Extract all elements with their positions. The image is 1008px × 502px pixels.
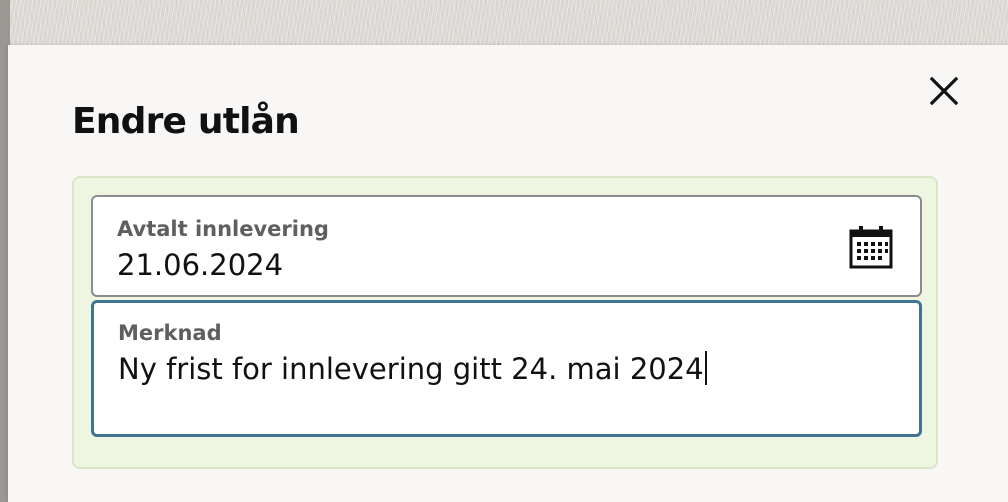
due-date-label: Avtalt innlevering xyxy=(117,217,329,241)
note-field[interactable]: Merknad Ny frist for innlevering gitt 24… xyxy=(91,300,922,437)
note-text: Ny frist for innlevering gitt 24. mai 20… xyxy=(118,352,704,386)
dialog-title: Endre utlån xyxy=(72,101,300,142)
note-textarea[interactable]: Ny frist for innlevering gitt 24. mai 20… xyxy=(118,351,707,386)
note-label: Merknad xyxy=(118,321,222,345)
close-icon[interactable] xyxy=(929,76,959,106)
text-caret xyxy=(704,351,707,385)
date-picker-button[interactable] xyxy=(847,223,895,271)
edit-loan-dialog: Endre utlån Avtalt innlevering 21.06.202… xyxy=(8,45,1008,502)
due-date-field[interactable]: Avtalt innlevering 21.06.2024 xyxy=(91,195,922,297)
calendar-icon[interactable] xyxy=(847,223,895,271)
loan-form-panel: Avtalt innlevering 21.06.2024 Merknad Ny… xyxy=(72,176,938,469)
due-date-input[interactable]: 21.06.2024 xyxy=(117,248,283,282)
close-button[interactable] xyxy=(924,71,964,111)
